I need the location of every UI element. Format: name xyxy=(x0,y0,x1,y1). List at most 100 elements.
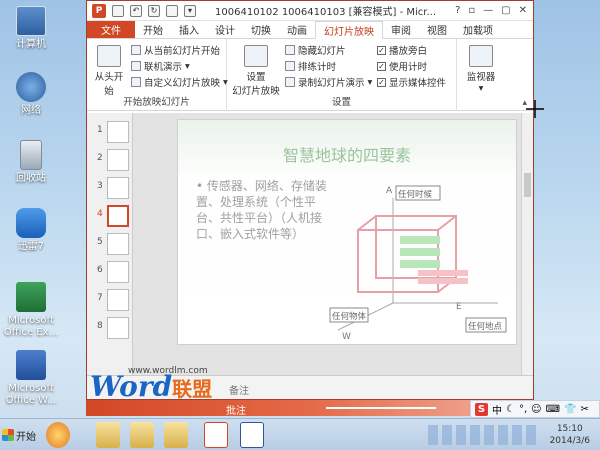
desktop-icon-label: Microsoft Office Ex... xyxy=(3,315,59,338)
ime-mode-indicator[interactable]: 中 xyxy=(492,402,502,417)
desktop-icon-label: 网络 xyxy=(21,105,41,116)
tools-icon[interactable]: ✂ xyxy=(580,404,588,415)
slide-thumbnail[interactable] xyxy=(107,177,129,199)
undo-icon[interactable]: ↶ xyxy=(130,4,142,17)
play-narrations-checkbox[interactable]: ✓ 播放旁白 xyxy=(377,43,427,57)
slide-body-text[interactable]: • 传感器、网络、存储装置、处理系统（个性平台、共性平台）（人机接口、嵌入式软件… xyxy=(196,178,328,242)
taskbar-launcher-icon[interactable] xyxy=(46,422,70,448)
play-narrations-label: 播放旁白 xyxy=(389,46,428,57)
sogou-logo-icon: S xyxy=(475,402,488,416)
desktop-icon-excel[interactable]: Microsoft Office Ex... xyxy=(0,282,62,339)
desktop-icon-network[interactable]: 网络 xyxy=(0,72,62,117)
close-button[interactable]: ✕ xyxy=(519,5,527,16)
taskbar-word-icon[interactable] xyxy=(240,422,264,448)
slide-thumbnail[interactable] xyxy=(107,149,129,171)
zoom-slider[interactable] xyxy=(326,407,436,409)
minimize-button[interactable]: — xyxy=(483,5,493,16)
from-start-quick-icon[interactable] xyxy=(166,4,178,17)
rehearse-timings-button[interactable]: 排练计时 xyxy=(285,59,336,73)
editing-area: 1 2 3 4 5 6 7 8 智慧地球的四要素 • 传感器、网络、存储装置、处… xyxy=(87,113,533,375)
tab-design[interactable]: 设计 xyxy=(207,21,243,38)
anything-label: 任何物体 xyxy=(332,312,367,322)
red-band xyxy=(418,278,468,284)
custom-slideshow-button[interactable]: 自定义幻灯片放映 ▾ xyxy=(131,75,228,89)
anytime-label: 任何时候 xyxy=(398,190,433,200)
desktop-icon-computer[interactable]: 计算机 xyxy=(0,6,62,51)
tab-insert[interactable]: 插入 xyxy=(171,21,207,38)
from-current-slide-button[interactable]: 从当前幻灯片开始 xyxy=(131,43,220,57)
start-button[interactable]: 开始 xyxy=(2,424,38,446)
slide-thumbnail[interactable] xyxy=(107,261,129,283)
from-beginning-button[interactable]: 从头开始 xyxy=(91,45,127,97)
moon-icon[interactable]: ☾ xyxy=(506,404,515,415)
chevron-down-icon: ▾ xyxy=(185,60,190,72)
green-band xyxy=(400,248,440,256)
tab-transitions[interactable]: 切换 xyxy=(243,21,279,38)
tab-addins[interactable]: 加载项 xyxy=(455,21,501,38)
tab-animations[interactable]: 动画 xyxy=(279,21,315,38)
punctuation-icon[interactable]: °, xyxy=(519,404,527,415)
taskbar-folder-icon[interactable] xyxy=(164,422,188,448)
desktop-icon-xunlei[interactable]: 迅雷7 xyxy=(0,208,62,253)
use-timings-checkbox[interactable]: ✓ 使用计时 xyxy=(377,59,427,73)
monitors-button[interactable]: 监视器 ▾ xyxy=(459,45,503,94)
tab-slideshow[interactable]: 幻灯片放映 xyxy=(315,21,383,39)
rehearse-label: 排练计时 xyxy=(298,62,337,73)
powerpoint-app-icon[interactable]: P xyxy=(92,3,106,18)
emoji-icon[interactable]: ☺ xyxy=(531,404,541,415)
online-present-button[interactable]: 联机演示 ▾ xyxy=(131,59,190,73)
word-lianmeng-logo: www.wordlm.com Word联盟 xyxy=(90,366,213,403)
axis-a-label: A xyxy=(386,186,393,196)
maximize-button[interactable]: ▢ xyxy=(501,5,510,16)
taskbar-folder-icon[interactable] xyxy=(130,422,154,448)
scrollbar-thumb[interactable] xyxy=(524,173,531,197)
hide-slide-button[interactable]: 隐藏幻灯片 xyxy=(285,43,346,57)
sogou-ime-toolbar[interactable]: S 中 ☾ °, ☺ ⌨ 👕 ✂ xyxy=(470,400,600,418)
slide-title[interactable]: 智慧地球的四要素 xyxy=(178,142,516,166)
desktop-icon-word[interactable]: Microsoft Office W... xyxy=(0,350,62,407)
taskbar-powerpoint-icon[interactable] xyxy=(204,422,228,448)
slide-thumbnail-selected[interactable] xyxy=(107,205,129,227)
comments-button[interactable]: 批注 xyxy=(226,402,246,417)
anyplace-label: 任何地点 xyxy=(468,322,503,332)
desktop-icon-label: 迅雷7 xyxy=(17,241,45,252)
setup-slideshow-icon xyxy=(244,45,268,67)
group-name: 开始放映幻灯片 xyxy=(123,97,190,108)
slide-thumbnail[interactable] xyxy=(107,233,129,255)
slide-thumbnail[interactable] xyxy=(107,121,129,143)
vertical-scrollbar[interactable] xyxy=(521,113,533,375)
keyboard-icon[interactable]: ⌨ xyxy=(546,404,560,415)
hide-slide-icon xyxy=(285,45,295,55)
tab-home[interactable]: 开始 xyxy=(135,21,171,38)
slide-thumbnail[interactable] xyxy=(107,289,129,311)
tab-review[interactable]: 审阅 xyxy=(383,21,419,38)
thumbnail-number: 1 xyxy=(97,125,103,135)
tab-view[interactable]: 视图 xyxy=(419,21,455,38)
window-controls: ? ▫ — ▢ ✕ xyxy=(455,5,533,16)
desktop-icon-recycle-bin[interactable]: 回收站 xyxy=(0,140,62,185)
tab-file[interactable]: 文件 xyxy=(87,21,135,38)
desktop-icon-label: 回收站 xyxy=(16,173,46,184)
show-media-controls-checkbox[interactable]: ✓ 显示媒体控件 xyxy=(377,75,446,89)
help-button[interactable]: ? xyxy=(455,5,460,16)
clock[interactable]: 15:10 2014/3/6 xyxy=(550,423,590,447)
logo-lianmeng: 联盟 xyxy=(172,377,213,401)
axis-w-label: W xyxy=(342,332,351,342)
setup-slideshow-button[interactable]: 设置 幻灯片放映 xyxy=(231,45,281,97)
cube-edge xyxy=(437,215,457,231)
slide-canvas[interactable]: 智慧地球的四要素 • 传感器、网络、存储装置、处理系统（个性平台、共性平台）（人… xyxy=(177,119,517,345)
skin-icon[interactable]: 👕 xyxy=(564,404,576,415)
computer-icon xyxy=(16,6,46,36)
redo-icon[interactable]: ↻ xyxy=(148,4,160,17)
taskbar-folder-icon[interactable] xyxy=(96,422,120,448)
ribbon-display-button[interactable]: ▫ xyxy=(468,5,475,16)
clock-time: 15:10 xyxy=(556,424,583,434)
monitors-label: 监视器 xyxy=(466,72,496,83)
customize-dropdown-icon[interactable]: ▾ xyxy=(184,4,196,17)
record-slideshow-button[interactable]: 录制幻灯片演示 ▾ xyxy=(285,75,372,89)
network-icon xyxy=(16,72,46,102)
checkbox-checked-icon: ✓ xyxy=(377,61,386,71)
save-icon[interactable] xyxy=(112,4,124,17)
slide-thumbnail[interactable] xyxy=(107,317,129,339)
tray-icons[interactable] xyxy=(428,425,538,445)
